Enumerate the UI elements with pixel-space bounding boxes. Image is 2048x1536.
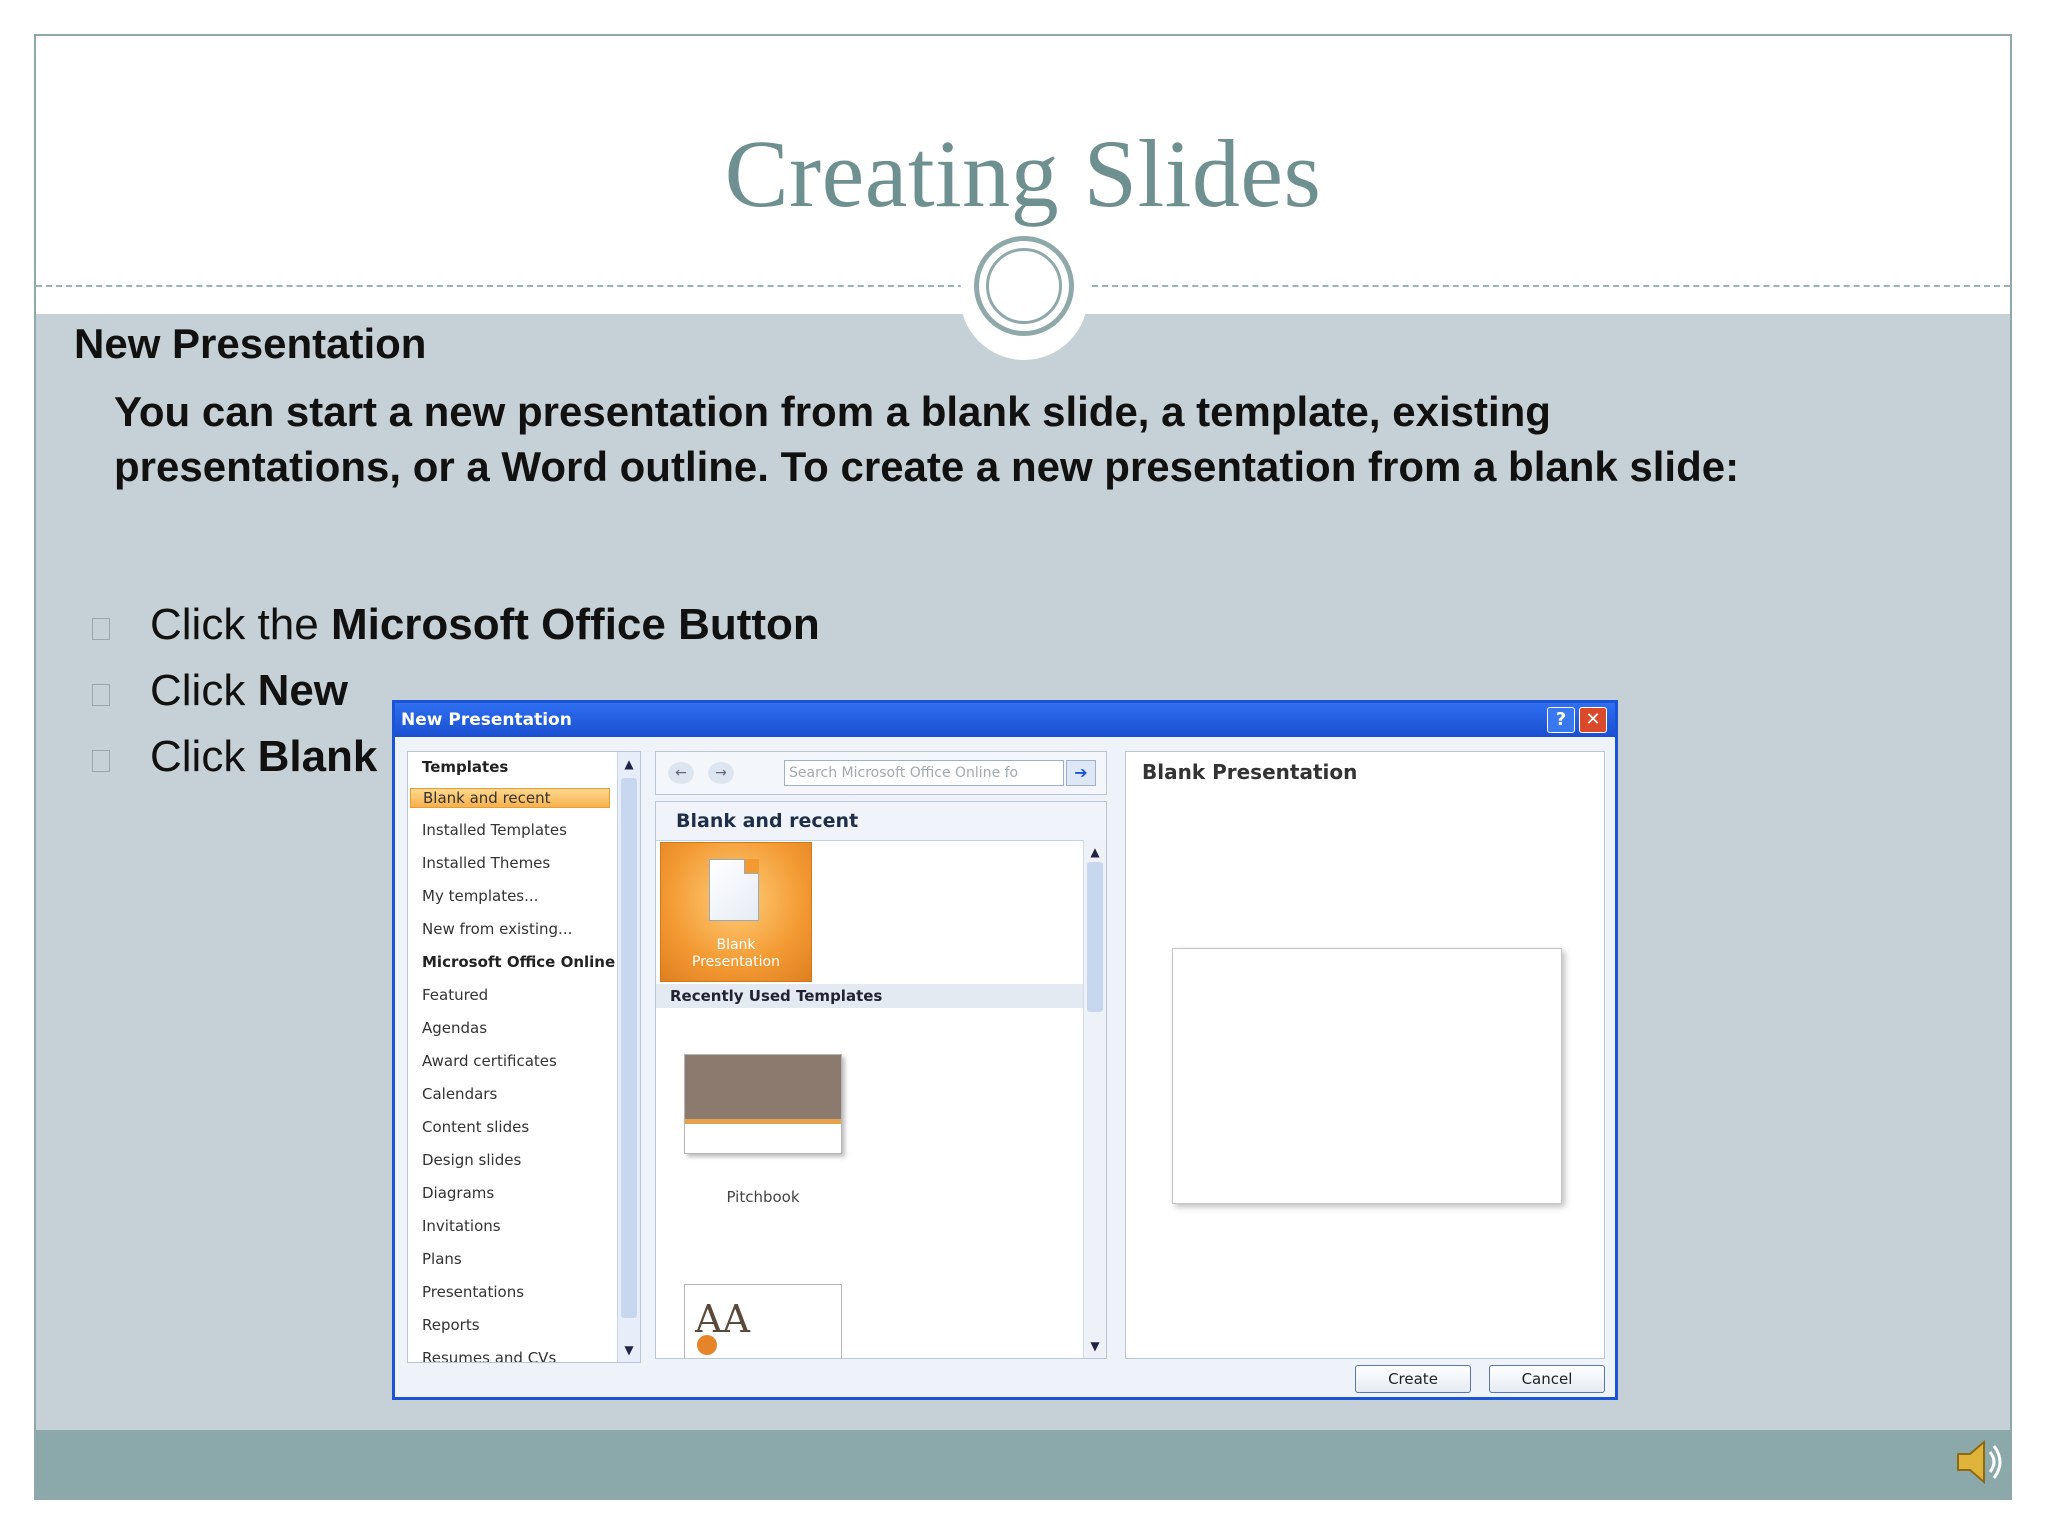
template-category-item[interactable]: Plans <box>422 1250 462 1268</box>
preview-pane: Blank Presentation <box>1125 751 1605 1359</box>
blank-tile-label-2: Presentation <box>692 954 780 970</box>
bullet-marker-icon <box>92 684 110 706</box>
preview-title: Blank Presentation <box>1142 760 1358 784</box>
speaker-icon[interactable] <box>1952 1434 2008 1490</box>
template-category-item[interactable]: Reports <box>422 1316 480 1334</box>
template-category-item[interactable]: Installed Themes <box>422 854 550 872</box>
footer-band <box>36 1430 2010 1498</box>
template-category-item[interactable]: Calendars <box>422 1085 497 1103</box>
pitchbook-label: Pitchbook <box>726 1188 800 1206</box>
template-gallery: Blank and recent Blank Presentation Rece… <box>655 801 1107 1359</box>
scroll-thumb[interactable] <box>621 778 637 1318</box>
preview-slide <box>1172 948 1562 1204</box>
create-button[interactable]: Create <box>1355 1365 1471 1393</box>
template-category-item[interactable]: Invitations <box>422 1217 501 1235</box>
templates-pane: Templates Blank and recent Installed Temp… <box>407 751 641 1363</box>
templates-scrollbar[interactable]: ▲ ▼ <box>617 752 640 1362</box>
theme-thumbnail[interactable]: AA <box>684 1284 842 1358</box>
divider-right <box>1092 285 2010 287</box>
blank-tile-label: Blank <box>716 937 756 953</box>
dialog-title: New Presentation <box>395 703 1615 737</box>
bullet-bold-text: New <box>257 666 349 715</box>
templates-header: Templates <box>422 758 509 776</box>
template-category-item[interactable]: Blank and recent <box>410 788 610 808</box>
divider-left <box>36 285 964 287</box>
new-presentation-dialog: New Presentation ? ✕ Templates Blank and… <box>392 700 1618 1400</box>
scroll-down-icon[interactable]: ▼ <box>1086 1337 1104 1355</box>
search-input[interactable]: Search Microsoft Office Online fo <box>784 760 1064 786</box>
template-category-item[interactable]: My templates... <box>422 887 538 905</box>
template-category-item[interactable]: Installed Templates <box>422 821 567 839</box>
bullet-text: Click <box>150 666 258 715</box>
recent-templates-header: Recently Used Templates <box>656 984 1084 1008</box>
bullet-marker-icon <box>92 750 110 772</box>
template-category-item[interactable]: Design slides <box>422 1151 521 1169</box>
bullet-text: Click <box>150 732 258 781</box>
ring-ornament-inner <box>986 248 1062 324</box>
blank-presentation-tile[interactable]: Blank Presentation <box>660 842 812 982</box>
template-category-item[interactable]: Presentations <box>422 1283 524 1301</box>
bullet-bold-text: Microsoft Office Button <box>330 600 820 649</box>
blank-document-icon <box>709 859 759 921</box>
scroll-up-icon[interactable]: ▲ <box>620 755 638 773</box>
gallery-scrollbar[interactable]: ▲ ▼ <box>1083 840 1106 1358</box>
template-category-item[interactable]: Featured <box>422 986 488 1004</box>
intro-paragraph: You can start a new presentation from a … <box>114 388 1740 490</box>
scroll-up-icon[interactable]: ▲ <box>1086 843 1104 861</box>
pitchbook-thumbnail[interactable] <box>684 1054 842 1154</box>
scroll-down-icon[interactable]: ▼ <box>620 1341 638 1359</box>
templates-category-header: Microsoft Office Online <box>422 953 616 971</box>
template-category-item[interactable]: Resumes and CVs <box>422 1349 556 1362</box>
forward-arrow-icon[interactable]: → <box>708 762 734 784</box>
scroll-thumb[interactable] <box>1087 862 1103 1012</box>
template-category-item[interactable]: Content slides <box>422 1118 529 1136</box>
cancel-button[interactable]: Cancel <box>1489 1365 1605 1393</box>
template-category-item[interactable]: Diagrams <box>422 1184 494 1202</box>
template-category-item[interactable]: New from existing... <box>422 920 572 938</box>
help-button[interactable]: ? <box>1547 707 1575 733</box>
section-heading: New Presentation <box>74 320 427 367</box>
bullet-text: Click the <box>150 600 331 649</box>
theme-thumbnail-text: AA <box>695 1297 750 1341</box>
slide-title: Creating Slides <box>724 120 1322 227</box>
bullet-marker-icon <box>92 618 110 640</box>
close-button[interactable]: ✕ <box>1579 707 1607 733</box>
back-arrow-icon[interactable]: ← <box>668 762 694 784</box>
template-category-item[interactable]: Agendas <box>422 1019 487 1037</box>
gallery-header: Blank and recent <box>656 802 1106 841</box>
search-go-button[interactable]: ➔ <box>1066 760 1096 786</box>
template-category-item[interactable]: Award certificates <box>422 1052 557 1070</box>
navigation-bar: ← → Search Microsoft Office Online fo ➔ <box>655 751 1107 795</box>
